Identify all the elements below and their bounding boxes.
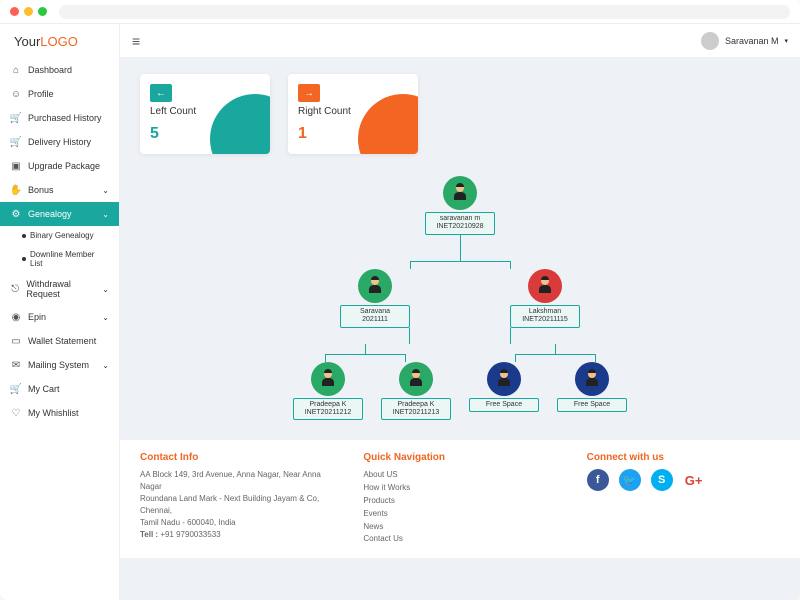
footer: Contact Info AA Block 149, 3rd Avenue, A… [120,440,800,558]
tree-node[interactable]: LakshmanINET20211115 [510,269,580,328]
avatar [701,32,719,50]
footer-link-events[interactable]: Events [363,508,556,521]
person-icon [358,269,392,303]
sidebar-icon: ⎋ [10,283,20,295]
chevron-down-icon: ▾ [784,37,788,45]
window-minimize-icon[interactable] [24,7,33,16]
person-icon [399,362,433,396]
sidebar-item-upgrade-package[interactable]: ▣Upgrade Package [0,154,119,178]
sidebar-icon: ▣ [10,160,22,172]
person-icon [443,176,477,210]
chevron-down-icon: ⌄ [102,285,109,294]
sidebar-subitem-binary-genealogy[interactable]: Binary Genealogy [0,226,119,245]
genealogy-tree: saravanan mINET20210928 Saravana2021111 La… [120,166,800,440]
tree-node[interactable]: Free Space [557,362,627,421]
window-titlebar [0,0,800,24]
sidebar-item-delivery-history[interactable]: 🛒Delivery History [0,130,119,154]
sidebar-item-mailing-system[interactable]: ✉Mailing System⌄ [0,353,119,377]
sidebar-item-purchased-history[interactable]: 🛒Purchased History [0,106,119,130]
person-icon [528,269,562,303]
sidebar-item-my-whishlist[interactable]: ♡My Whishlist [0,401,119,425]
sidebar-item-epin[interactable]: ◉Epin⌄ [0,305,119,329]
sidebar-item-withdrawal-request[interactable]: ⎋Withdrawal Request⌄ [0,273,119,305]
url-bar[interactable] [59,5,790,19]
sidebar-icon: 🛒 [10,136,22,148]
footer-link-products[interactable]: Products [363,495,556,508]
chevron-down-icon: ⌄ [102,361,109,370]
sidebar-item-genealogy[interactable]: ⚙Genealogy⌄ [0,202,119,226]
sidebar-item-wallet-statement[interactable]: ▭Wallet Statement [0,329,119,353]
tree-node[interactable]: Saravana2021111 [340,269,410,328]
sidebar-icon: ⌂ [10,64,22,76]
user-name: Saravanan M [725,36,779,46]
sidebar-icon: ▭ [10,335,22,347]
hamburger-icon[interactable]: ≡ [132,33,140,49]
sidebar-subitem-downline-member-list[interactable]: Downline Member List [0,245,119,273]
person-icon [311,362,345,396]
window-close-icon[interactable] [10,7,19,16]
chevron-down-icon: ⌄ [102,210,109,219]
tree-node[interactable]: Free Space [469,362,539,421]
google-plus-icon[interactable]: G+ [683,469,705,491]
right-count-card: → Right Count 1 [288,74,418,154]
quicknav-title: Quick Navigation [363,452,556,463]
user-menu[interactable]: Saravanan M ▾ [701,32,788,50]
contact-title: Contact Info [140,452,333,463]
sidebar-icon: ✉ [10,359,22,371]
tree-node[interactable]: Pradeepa KINET20211213 [381,362,451,421]
topbar: ≡ Saravanan M ▾ [120,24,800,58]
footer-link-contact-us[interactable]: Contact Us [363,533,556,546]
sidebar: YourLOGO ⌂Dashboard☺Profile🛒Purchased Hi… [0,24,120,600]
person-icon [487,362,521,396]
twitter-icon[interactable]: 🐦 [619,469,641,491]
sidebar-item-dashboard[interactable]: ⌂Dashboard [0,58,119,82]
person-icon [575,362,609,396]
arrow-left-icon: ← [150,84,172,102]
sidebar-item-bonus[interactable]: ✋Bonus⌄ [0,178,119,202]
chevron-down-icon: ⌄ [102,313,109,322]
chevron-down-icon: ⌄ [102,186,109,195]
skype-icon[interactable]: S [651,469,673,491]
sidebar-icon: ⚙ [10,208,22,220]
sidebar-icon: ☺ [10,88,22,100]
facebook-icon[interactable]: f [587,469,609,491]
tree-node[interactable]: Pradeepa KINET20211212 [293,362,363,421]
sidebar-icon: 🛒 [10,383,22,395]
sidebar-item-profile[interactable]: ☺Profile [0,82,119,106]
footer-link-about-us[interactable]: About US [363,469,556,482]
sidebar-icon: 🛒 [10,112,22,124]
left-count-card: ← Left Count 5 [140,74,270,154]
sidebar-icon: ✋ [10,184,22,196]
arrow-right-icon: → [298,84,320,102]
logo: YourLOGO [0,24,119,58]
sidebar-icon: ♡ [10,407,22,419]
connect-title: Connect with us [587,452,780,463]
sidebar-item-my-cart[interactable]: 🛒My Cart [0,377,119,401]
footer-link-how-it-works[interactable]: How it Works [363,482,556,495]
sidebar-icon: ◉ [10,311,22,323]
tree-node[interactable]: saravanan mINET20210928 [425,176,495,235]
footer-link-news[interactable]: News [363,521,556,534]
window-maximize-icon[interactable] [38,7,47,16]
